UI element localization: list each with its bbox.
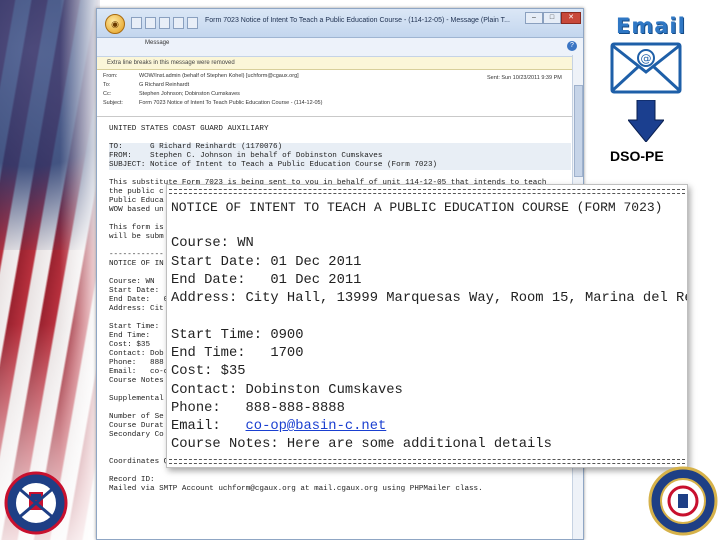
next-item-icon[interactable]	[187, 17, 198, 29]
cost-line: Cost: $35	[171, 364, 246, 379]
previous-item-icon[interactable]	[173, 17, 184, 29]
course-notes-line: Course Notes: Here are some additional d…	[171, 437, 552, 452]
ribbon: Message ?	[97, 38, 583, 57]
redo-icon[interactable]	[159, 17, 170, 29]
from-value[interactable]: WOW/Inst.admin (behalf of Stephen Kohel)…	[139, 73, 299, 79]
undo-icon[interactable]	[145, 17, 156, 29]
save-icon[interactable]	[131, 17, 142, 29]
close-button[interactable]: ✕	[561, 12, 581, 24]
from-row: From: WOW/Inst.admin (behalf of Stephen K…	[103, 73, 299, 79]
flag-fade	[60, 0, 100, 540]
scrollbar-thumb[interactable]	[574, 85, 583, 177]
body-line: UNITED STATES COAST GUARD AUXILIARY	[109, 125, 269, 133]
email-heading: Email	[616, 14, 686, 38]
window-title: Form 7023 Notice of Intent To Teach a Pu…	[205, 17, 510, 24]
minimize-button[interactable]: –	[525, 12, 543, 24]
body-line	[109, 467, 571, 476]
contact-line: Contact: Dobinston Cumskaves	[171, 383, 403, 398]
office-button[interactable]: ◉	[105, 14, 125, 34]
subject-row: Subject: Form 7023 Notice of Intent To Te…	[103, 100, 322, 106]
body-line: SUBJECT: Notice of Intent to Teach a Pub…	[109, 161, 571, 170]
message-headers: From: WOW/Inst.admin (behalf of Stephen K…	[97, 70, 583, 117]
dso-caption: DSO-PE	[610, 148, 664, 164]
subject-label: Subject:	[103, 100, 123, 106]
title-bar: ◉ Form 7023 Notice of Intent To Teach a …	[97, 9, 583, 38]
body-line	[109, 134, 571, 143]
cc-label: Cc:	[103, 91, 112, 97]
to-row: To: G Richard Reinhardt	[103, 82, 189, 88]
envelope-icon: @	[610, 42, 682, 94]
flag-background	[0, 0, 100, 540]
body-line: Record ID:	[109, 476, 155, 484]
coast-guard-seal-icon	[648, 466, 718, 536]
body-line: TO: G Richard Reinhardt (1170076)	[109, 143, 571, 152]
subject-value: Form 7023 Notice of Intent To Teach Publ…	[139, 100, 323, 106]
phone-line: Phone: 888-888-8888	[171, 401, 345, 416]
tab-message[interactable]: Message	[145, 40, 169, 46]
notice-header: NOTICE OF INTENT TO TEACH A PUBLIC EDUCA…	[171, 200, 663, 215]
cc-row: Cc: Stephen Johnson; Dobinston Cumskaves	[103, 91, 240, 97]
top-rule	[169, 189, 685, 194]
email-line: Email: co-op@basin-c.net	[171, 419, 386, 434]
to-value[interactable]: G Richard Reinhardt	[139, 82, 189, 88]
email-line-label: Email:	[171, 419, 246, 434]
zoomed-notice: NOTICE OF INTENT TO TEACH A PUBLIC EDUCA…	[166, 184, 688, 468]
cc-value[interactable]: Stephen Johnson; Dobinston Cumskaves	[139, 91, 240, 97]
from-label: From:	[103, 73, 118, 79]
sent-time: Sent: Sun 10/23/2011 9:39 PM	[487, 75, 562, 81]
start-time-line: Start Time: 0900	[171, 328, 304, 343]
svg-text:@: @	[641, 52, 652, 65]
body-line	[109, 170, 571, 179]
to-label: To:	[103, 82, 111, 88]
coast-guard-auxiliary-seal-icon	[4, 471, 68, 535]
info-bar[interactable]: Extra line breaks in this message were r…	[97, 57, 583, 70]
email-link[interactable]: co-op@basin-c.net	[246, 419, 387, 434]
help-icon[interactable]: ?	[567, 41, 577, 51]
course-line: Course: WN	[171, 236, 254, 251]
down-arrow-icon	[628, 100, 664, 142]
maximize-button[interactable]: □	[543, 12, 561, 24]
address-line: Address: City Hall, 13999 Marquesas Way,…	[171, 291, 688, 306]
start-date-line: Start Date: 01 Dec 2011	[171, 255, 362, 270]
bottom-rule	[169, 459, 685, 464]
body-line: Mailed via SMTP Account uchform@cgaux.or…	[109, 485, 483, 493]
end-date-line: End Date: 01 Dec 2011	[171, 273, 362, 288]
end-time-line: End Time: 1700	[171, 346, 304, 361]
body-line: FROM: Stephen C. Johnson in behalf of Do…	[109, 152, 571, 161]
